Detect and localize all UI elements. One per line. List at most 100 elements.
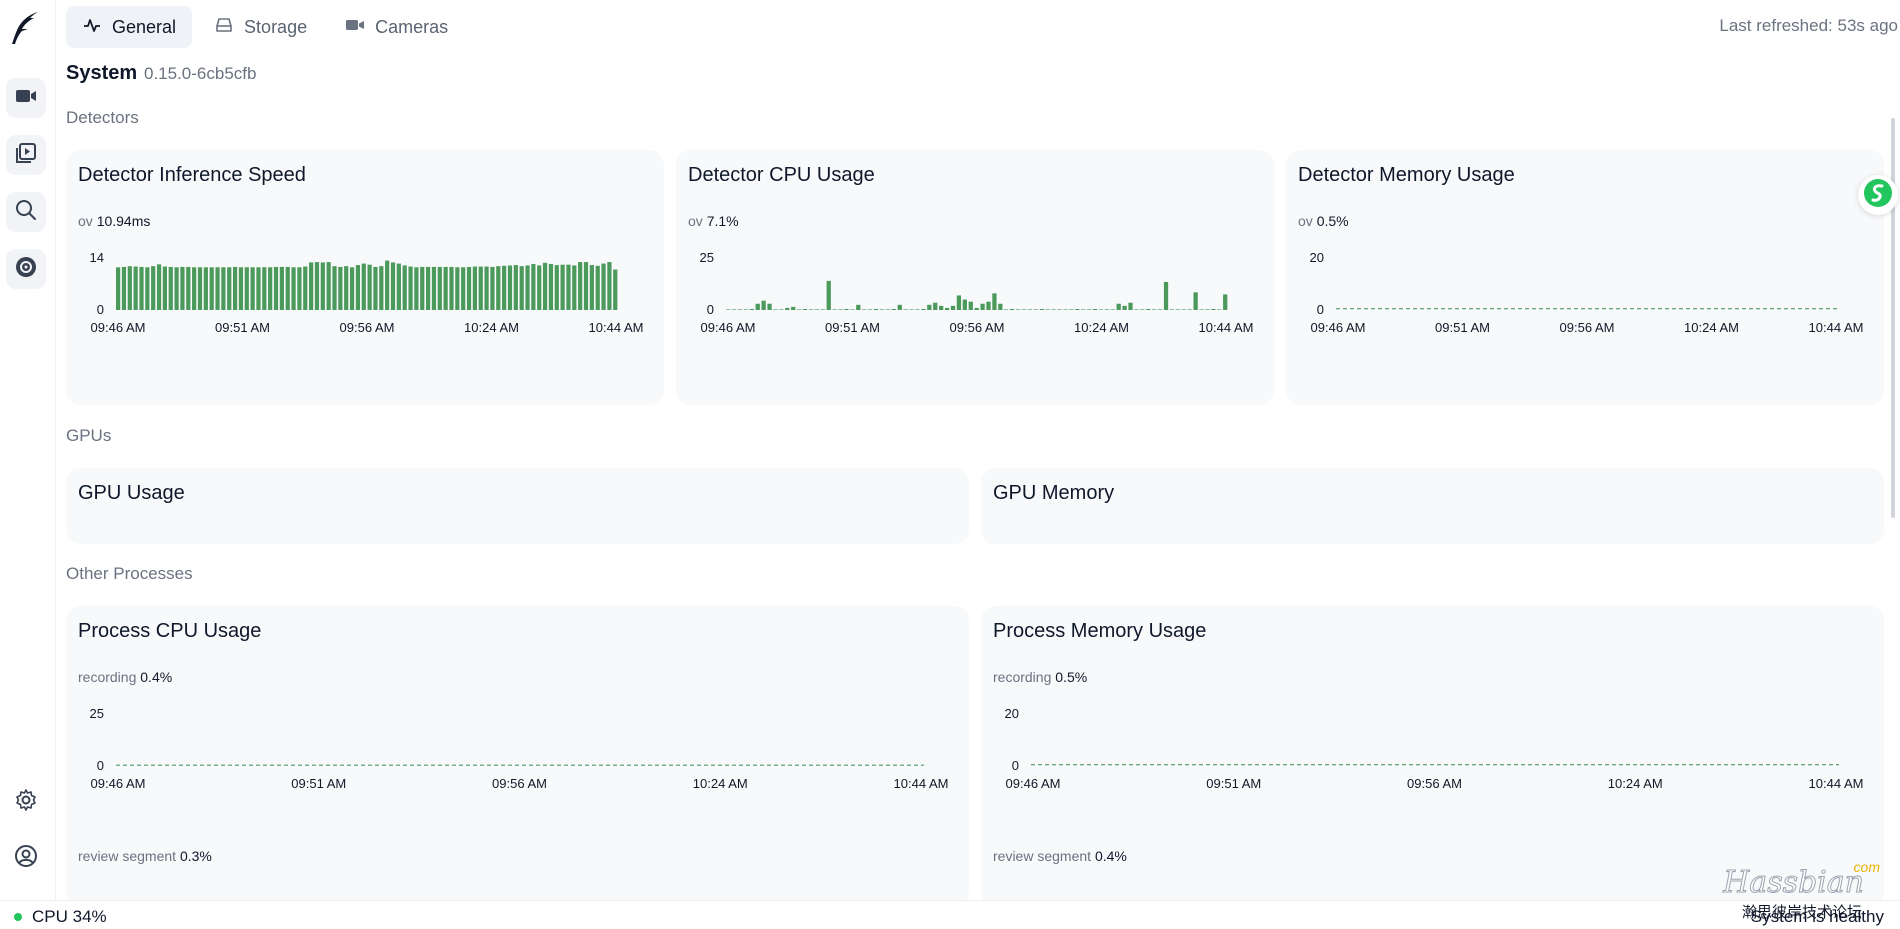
bar	[897, 304, 902, 310]
bar	[1205, 309, 1210, 310]
system-tabs: General Storage Cameras	[66, 6, 464, 48]
bar	[466, 266, 472, 310]
bar	[531, 263, 536, 310]
x-tick-label: 09:56 AM	[950, 320, 1005, 335]
bar	[186, 266, 191, 310]
bar	[355, 265, 361, 310]
bar	[291, 267, 296, 310]
bar	[814, 309, 820, 310]
tab-general[interactable]: General	[66, 6, 193, 48]
bar	[484, 266, 489, 310]
bar	[862, 309, 867, 310]
explore-nav[interactable]	[6, 192, 46, 232]
bar	[256, 267, 261, 310]
bar	[749, 309, 754, 310]
y-tick-label: 20	[1310, 250, 1324, 265]
x-tick-label: 10:24 AM	[1684, 320, 1739, 335]
bar	[478, 266, 483, 310]
metric-name: review segment	[993, 848, 1092, 864]
bar	[850, 309, 855, 310]
x-tick-label: 10:24 AM	[1074, 320, 1129, 335]
bar	[1199, 309, 1204, 310]
bar	[490, 266, 495, 310]
x-tick-label: 09:46 AM	[1006, 776, 1061, 791]
bar	[379, 266, 384, 310]
last-refreshed: Last refreshed: 53s ago	[1719, 16, 1898, 35]
metric-value: 0.5%	[1316, 213, 1349, 229]
bar	[939, 305, 944, 310]
metric-value: 0.5%	[1055, 669, 1088, 685]
bar	[566, 264, 571, 310]
x-tick-label: 09:51 AM	[215, 320, 270, 335]
bar	[203, 267, 208, 310]
bar	[221, 267, 226, 310]
bar	[507, 265, 513, 310]
bar	[1152, 309, 1157, 310]
chart-detector-inference: 0 14 09:46 AM 09:51 AM 09:56 AM 10:24 AM 10:44…	[90, 250, 644, 335]
card-title: GPU Memory	[993, 482, 1115, 504]
review-nav[interactable]	[6, 135, 46, 175]
bar	[968, 301, 973, 310]
activity-icon	[82, 15, 102, 40]
bar	[145, 267, 150, 310]
frigate-logo-icon[interactable]	[8, 10, 44, 46]
account-nav[interactable]	[6, 838, 46, 878]
tab-cameras[interactable]: Cameras	[329, 6, 464, 48]
bar	[1211, 308, 1216, 310]
bar	[496, 266, 501, 310]
bar	[519, 266, 524, 310]
bar	[174, 267, 179, 310]
bar	[373, 266, 378, 310]
bar	[314, 262, 320, 310]
bar	[1128, 302, 1133, 310]
bar	[513, 265, 518, 310]
bar	[121, 266, 127, 310]
x-tick-label: 10:24 AM	[693, 776, 748, 791]
bar	[791, 306, 796, 310]
bar	[927, 304, 932, 310]
assistant-logo-icon	[1863, 178, 1893, 213]
chart-detector-memory: 0 20 09:46 AM 09:51 AM 09:56 AM 10:24 AM 10:44…	[1310, 250, 1864, 335]
metric-name: review segment	[78, 848, 177, 864]
scrollbar[interactable]	[1890, 108, 1896, 878]
bar	[1075, 309, 1080, 310]
metric-row-2: review segment 0.3%	[78, 848, 212, 864]
bar	[1027, 309, 1033, 310]
bar	[326, 262, 331, 310]
bar	[431, 266, 437, 310]
bar	[779, 309, 784, 310]
x-tick-label: 10:44 AM	[1809, 320, 1864, 335]
bar	[743, 309, 749, 310]
bar	[1175, 309, 1181, 310]
bar	[785, 307, 790, 310]
x-tick-label: 09:56 AM	[1407, 776, 1462, 791]
card-title: Detector CPU Usage	[688, 164, 875, 186]
x-tick-label: 10:44 AM	[1199, 320, 1254, 335]
export-nav[interactable]	[6, 249, 46, 289]
bar	[156, 264, 162, 310]
bar	[408, 266, 413, 310]
bar	[1010, 308, 1015, 310]
bar	[303, 266, 308, 310]
metric-name: recording	[993, 669, 1052, 685]
x-tick-label: 10:24 AM	[1608, 776, 1663, 791]
play-gallery-icon	[14, 141, 38, 170]
bar	[891, 308, 896, 310]
bar	[909, 309, 914, 310]
bar	[390, 262, 396, 310]
bar	[344, 266, 349, 310]
bar	[1223, 294, 1228, 310]
y-tick-label: 0	[707, 302, 714, 317]
watermark-subtitle: 瀚思彼岸技术论坛	[1741, 904, 1862, 921]
x-tick-label: 09:56 AM	[1560, 320, 1615, 335]
live-cameras-nav[interactable]	[6, 78, 46, 118]
x-tick-label: 09:51 AM	[1206, 776, 1261, 791]
metric-value: 7.1%	[706, 213, 739, 229]
floating-assistant-button[interactable]	[1858, 175, 1898, 215]
bar	[285, 266, 290, 310]
video-icon	[14, 84, 38, 113]
bar	[1104, 309, 1109, 310]
tab-storage[interactable]: Storage	[198, 6, 323, 48]
settings-nav[interactable]	[6, 782, 46, 822]
bar	[826, 280, 831, 310]
